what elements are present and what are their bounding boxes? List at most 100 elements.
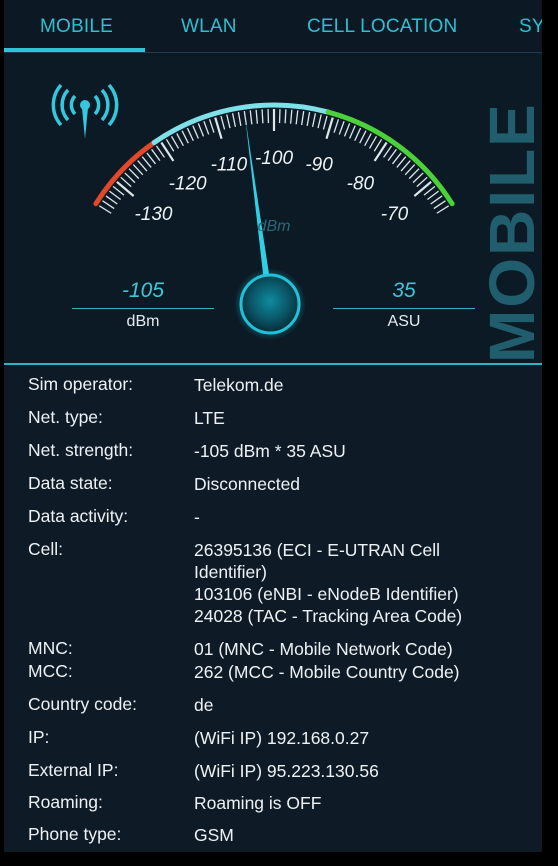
- signal-meter: -130 -120 -110 -100 -90 -80 -70 dBm MOBILE -1: [4, 53, 542, 365]
- info-label: MCC:: [28, 661, 73, 681]
- info-value: Disconnected: [194, 473, 539, 495]
- asu-readout: 35 ASU: [333, 279, 475, 331]
- info-label: Cell:: [28, 539, 64, 559]
- gauge-tick-label: -110: [211, 155, 248, 176]
- info-value-line: (WiFi IP) 95.223.130.56: [194, 761, 379, 781]
- gauge-tick: [208, 119, 215, 133]
- gauge-tick: [132, 164, 144, 176]
- dbm-readout: -105 dBm: [72, 279, 214, 331]
- gauge-tick: [155, 145, 165, 158]
- gauge-tick: [124, 172, 136, 184]
- tab-wlan[interactable]: WLAN: [181, 16, 237, 38]
- tab-mobile[interactable]: MOBILE: [40, 16, 113, 38]
- asu-unit: ASU: [387, 313, 421, 330]
- info-label: MNC:: [28, 638, 73, 658]
- gauge-tick: [400, 160, 411, 172]
- tab-system[interactable]: SY: [519, 16, 542, 38]
- gauge-unit-label: dBm: [258, 218, 291, 235]
- gauge-tick: [231, 113, 237, 128]
- gauge-tick: [102, 200, 115, 210]
- info-value-line: -105 dBm * 35 ASU: [194, 441, 346, 461]
- dbm-value: -105: [121, 279, 165, 302]
- gauge-tick: [413, 180, 432, 197]
- gauge-tick: [165, 138, 175, 152]
- gauge-tick-label: -80: [347, 174, 375, 195]
- info-value-line: de: [194, 695, 214, 715]
- info-label: External IP:: [28, 760, 119, 780]
- gauge-tick: [373, 141, 388, 162]
- gauge-tick-label: -70: [381, 204, 409, 225]
- gauge-tick: [116, 180, 135, 197]
- info-value-line: Identifier): [194, 562, 267, 582]
- gauge-tick: [255, 109, 259, 124]
- gauge-tick-label: -90: [305, 155, 333, 176]
- gauge-tick: [226, 114, 231, 129]
- gauge-tick: [368, 135, 378, 149]
- gauge-tick: [284, 109, 287, 124]
- gauge-tick-label: -130: [134, 204, 172, 225]
- gauge-tick: [295, 110, 299, 125]
- info-value-line: GSM: [194, 825, 234, 845]
- gauge-tick: [433, 200, 446, 210]
- gauge-tick: [109, 190, 121, 201]
- gauge-tick: [412, 172, 424, 184]
- gauge-tick: [220, 115, 226, 130]
- gauge-tick: [349, 125, 356, 139]
- gauge-tick: [160, 141, 175, 162]
- gauge-tick: [311, 113, 317, 128]
- info-label: Country code:: [28, 694, 137, 714]
- gauge-tick: [354, 127, 362, 142]
- gauge-tick: [237, 111, 242, 126]
- gauge-tick: [197, 123, 205, 137]
- gauge-tick: [436, 205, 450, 214]
- gauge-tick-label: -120: [169, 174, 207, 195]
- info-value: 01 (MNC - Mobile Network Code): [194, 638, 539, 660]
- info-value-line: 26395136 (ECI - E-UTRAN Cell: [194, 540, 441, 560]
- gauge-tick-label: -100: [255, 148, 293, 169]
- info-value: -105 dBm * 35 ASU: [194, 440, 539, 462]
- info-value: -: [194, 506, 539, 528]
- info-value: 262 (MCC - Mobile Country Code): [194, 661, 539, 683]
- gauge-tick: [404, 164, 416, 176]
- gauge-tick: [364, 133, 372, 147]
- info-label: IP:: [28, 727, 50, 747]
- dbm-line: [72, 308, 214, 309]
- gauge-tick: [137, 160, 148, 172]
- info-value-line: (WiFi IP) 192.168.0.27: [194, 728, 370, 748]
- gauge-tick: [170, 135, 180, 149]
- gauge-tick: [338, 121, 345, 135]
- gauge-tick: [325, 117, 334, 139]
- tab-bar: MOBILE WLAN CELL LOCATION SY: [4, 0, 542, 52]
- info-value-line: Roaming is OFF: [194, 793, 322, 813]
- info-value-line: 262 (MCC - Mobile Country Code): [194, 662, 460, 682]
- info-value: GSM: [194, 824, 539, 846]
- gauge-tick: [249, 110, 253, 125]
- gauge-knob: [239, 273, 301, 335]
- gauge-tick: [289, 109, 293, 124]
- gauge-tick: [192, 125, 199, 139]
- mobile-side-title: MOBILE: [476, 102, 542, 363]
- gauge-tick: [343, 123, 351, 137]
- info-value: de: [194, 694, 539, 716]
- info-label: Data activity:: [28, 506, 129, 526]
- asu-line: [333, 308, 475, 309]
- gauge-tick: [301, 111, 305, 126]
- tab-cell-location[interactable]: CELL LOCATION: [307, 16, 457, 38]
- info-label: Data state:: [28, 473, 113, 493]
- app-frame: MOBILE WLAN CELL LOCATION SY -130 -120 -11…: [4, 0, 542, 852]
- info-value-line: 103106 (eNBI - eNodeB Identifier): [194, 584, 459, 604]
- info-value: (WiFi IP) 192.168.0.27: [194, 727, 539, 749]
- info-value-line: 24028 (TAC - Tracking Area Code): [194, 606, 463, 626]
- gauge-tick: [176, 133, 184, 147]
- info-value: Telekom.de: [194, 374, 539, 396]
- gauge-tick: [317, 114, 322, 129]
- antenna-icon: [51, 83, 119, 139]
- info-label: Sim operator:: [28, 374, 134, 394]
- gauge-tick: [430, 195, 443, 205]
- info-label: Phone type:: [28, 824, 122, 844]
- info-value: (WiFi IP) 95.223.130.56: [194, 760, 539, 782]
- info-value-line: LTE: [194, 408, 225, 428]
- gauge-tick: [322, 115, 328, 130]
- info-value-line: -: [194, 507, 200, 527]
- gauge-tick: [98, 205, 112, 214]
